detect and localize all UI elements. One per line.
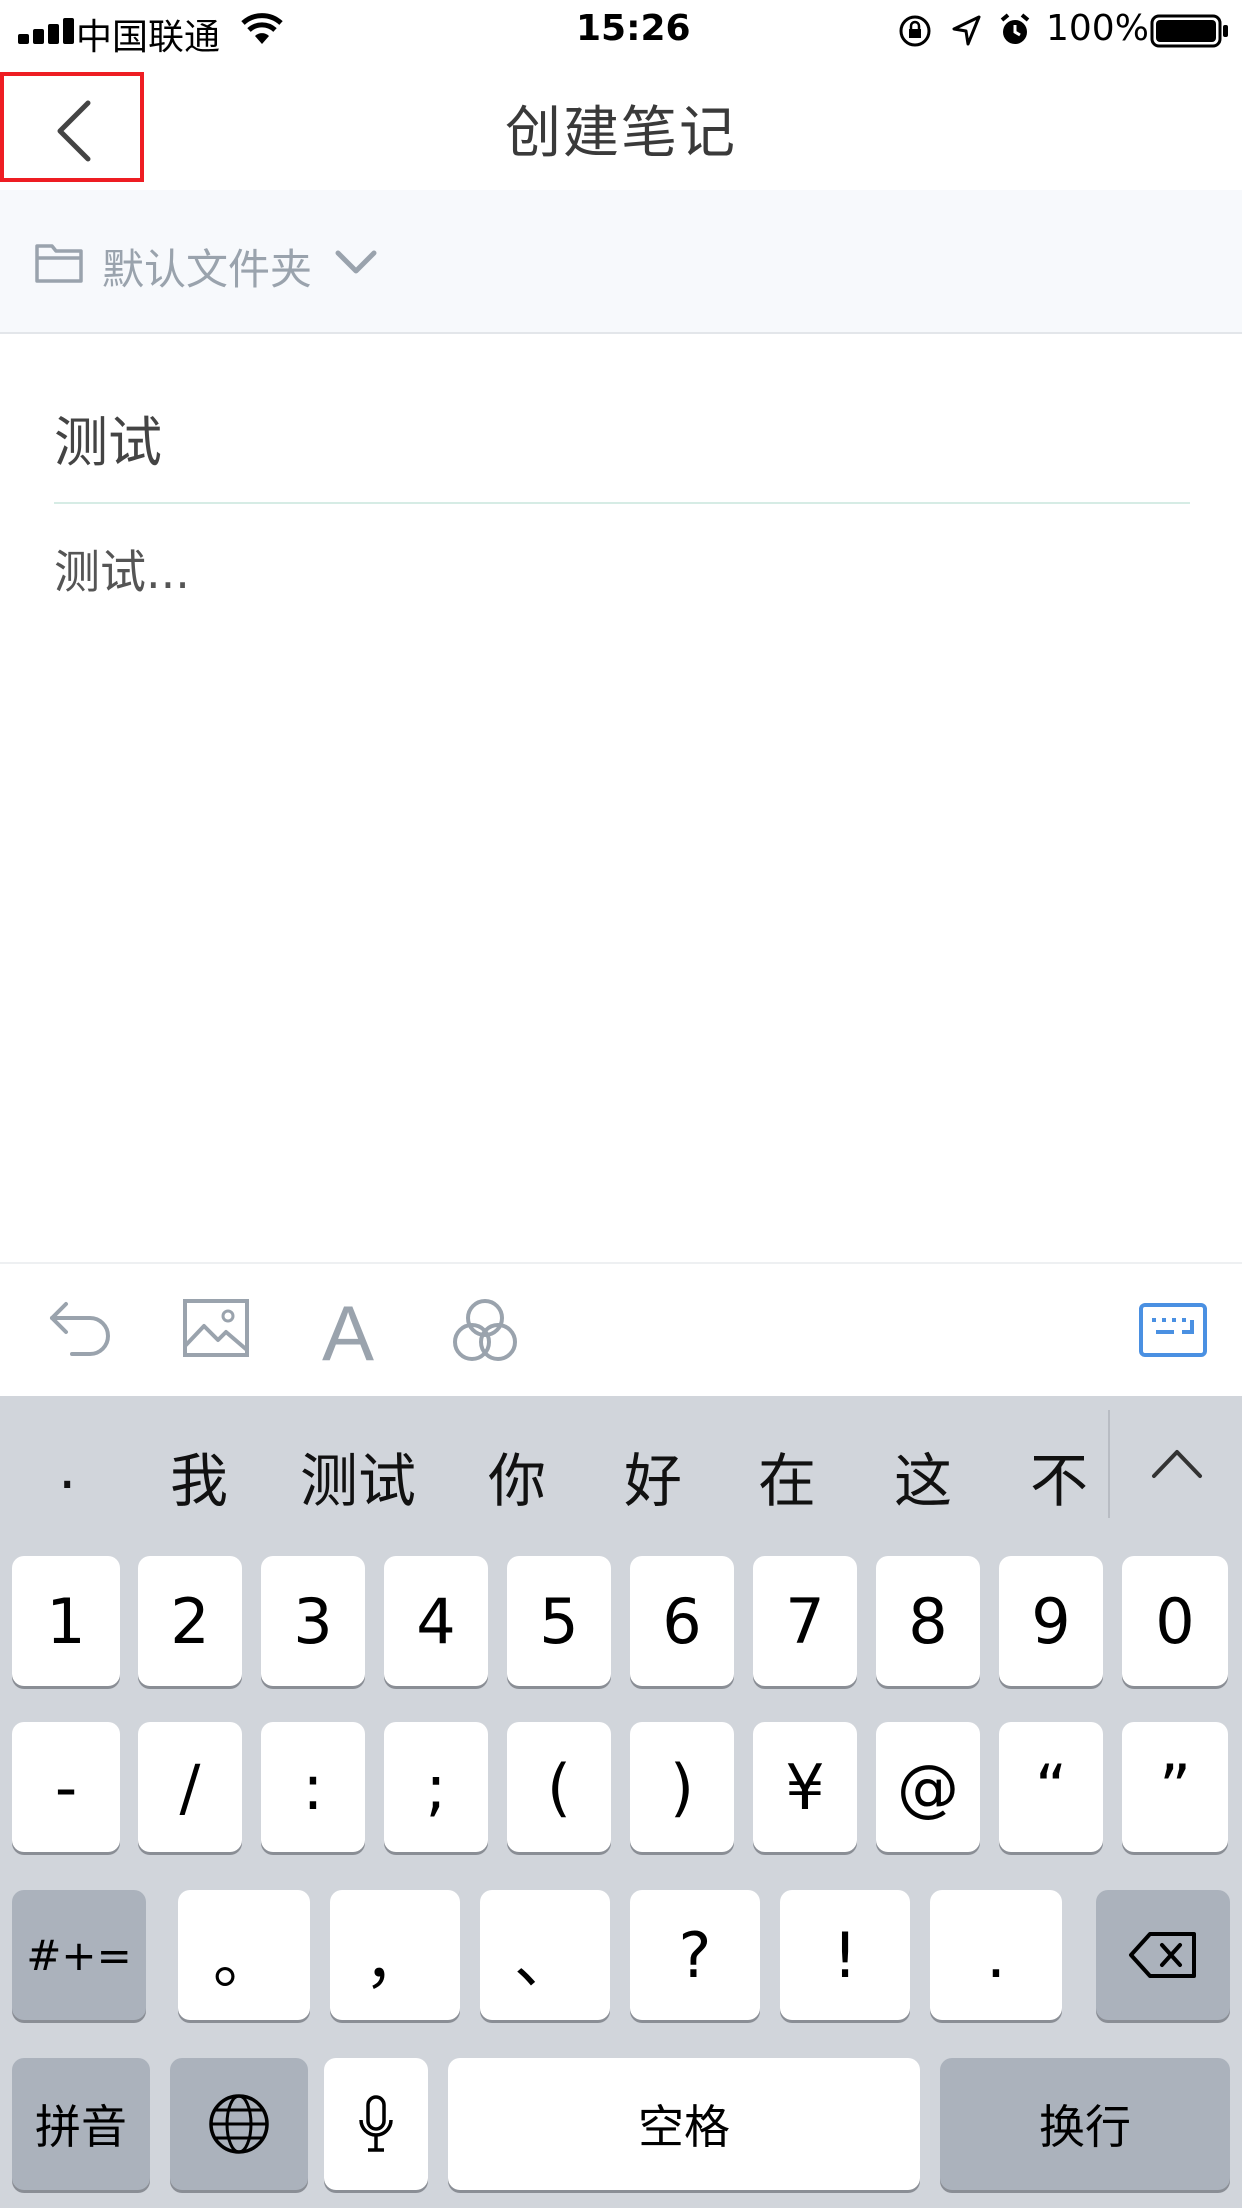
status-bar: 中国联通 15:26 100% [0, 0, 1242, 62]
candidate-word[interactable]: . [58, 1434, 76, 1502]
image-icon[interactable] [182, 1298, 250, 1358]
key-label: ， [363, 1924, 426, 1997]
key-hyphen[interactable]: - [12, 1722, 120, 1852]
key-5[interactable]: 5 [507, 1556, 611, 1686]
key-label: 、 [513, 1924, 576, 1997]
key-label: 0 [1155, 1584, 1195, 1658]
key-label: 3 [293, 1584, 333, 1658]
editor-toolbar: A [0, 1262, 1242, 1398]
battery-icon [1150, 14, 1228, 48]
key-label: - [54, 1750, 78, 1824]
key-label: / [179, 1750, 201, 1824]
candidate-word[interactable]: 不 [1030, 1434, 1088, 1518]
note-title-input[interactable]: 测试 [54, 398, 162, 477]
key-label: ! [832, 1918, 858, 1992]
key-exclaim[interactable]: ! [780, 1890, 910, 2020]
globe-icon [209, 2094, 269, 2154]
wifi-icon [241, 13, 283, 44]
key-question[interactable]: ? [630, 1890, 760, 2020]
color-circles-icon[interactable] [450, 1298, 520, 1364]
note-body-input[interactable]: 测试... [54, 536, 190, 602]
keyboard-hide-icon[interactable] [1138, 1302, 1208, 1358]
key-label: ; [425, 1750, 447, 1824]
key-label: ( [546, 1750, 572, 1824]
key-label: ” [1158, 1750, 1192, 1824]
key-6[interactable]: 6 [630, 1556, 734, 1686]
battery-percent: 100% [1046, 8, 1149, 49]
key-slash[interactable]: / [138, 1722, 242, 1852]
key-label: @ [897, 1750, 959, 1824]
key-label: 拼音 [35, 2100, 127, 2154]
candidate-word[interactable]: 你 [488, 1434, 546, 1518]
key-4[interactable]: 4 [384, 1556, 488, 1686]
key-close-quote[interactable]: ” [1122, 1722, 1228, 1852]
candidate-word[interactable]: 我 [170, 1434, 228, 1518]
key-label: 4 [416, 1584, 456, 1658]
pinyin-key[interactable]: 拼音 [12, 2058, 150, 2190]
key-label: 7 [785, 1584, 825, 1658]
key-label: 换行 [1039, 2100, 1131, 2154]
return-key[interactable]: 换行 [940, 2058, 1230, 2190]
key-label: 9 [1031, 1584, 1071, 1658]
key-1[interactable]: 1 [12, 1556, 120, 1686]
location-arrow-icon [952, 15, 981, 46]
symbols-toggle-key[interactable]: #+= [12, 1890, 146, 2020]
key-label: “ [1034, 1750, 1068, 1824]
chevron-down-icon [335, 250, 377, 274]
key-label: ? [678, 1918, 712, 1992]
key-label: ¥ [785, 1750, 825, 1824]
expand-candidates-icon[interactable] [1150, 1446, 1204, 1480]
key-period[interactable]: . [930, 1890, 1062, 2020]
key-label: 。 [212, 1924, 275, 1997]
key-label: : [302, 1750, 324, 1824]
key-period-cn[interactable]: 。 [178, 1890, 310, 2020]
title-divider [54, 502, 1190, 504]
key-label: 8 [908, 1584, 948, 1658]
key-at[interactable]: @ [876, 1722, 980, 1852]
folder-label: 默认文件夹 [102, 245, 313, 294]
alarm-icon [1000, 13, 1030, 44]
key-comma-cn[interactable]: ， [330, 1890, 460, 2020]
space-key[interactable]: 空格 [448, 2058, 920, 2190]
key-8[interactable]: 8 [876, 1556, 980, 1686]
text-format-icon[interactable]: A [322, 1288, 374, 1379]
candidate-word[interactable]: 在 [758, 1434, 816, 1518]
key-7[interactable]: 7 [753, 1556, 857, 1686]
backspace-icon [1129, 1932, 1196, 1978]
key-close-paren[interactable]: ) [630, 1722, 734, 1852]
key-open-paren[interactable]: ( [507, 1722, 611, 1852]
key-open-quote[interactable]: “ [999, 1722, 1103, 1852]
key-label: 2 [170, 1584, 210, 1658]
folder-icon [35, 244, 83, 283]
key-label: . [986, 1918, 1006, 1992]
key-label: 6 [662, 1584, 702, 1658]
microphone-key[interactable] [324, 2058, 428, 2190]
undo-icon[interactable] [48, 1300, 114, 1358]
candidate-word[interactable]: 测试 [300, 1434, 416, 1518]
delete-key[interactable] [1096, 1890, 1230, 2020]
key-2[interactable]: 2 [138, 1556, 242, 1686]
orientation-lock-icon [899, 15, 931, 47]
globe-key[interactable] [170, 2058, 308, 2190]
key-enum-comma[interactable]: 、 [480, 1890, 610, 2020]
key-semicolon[interactable]: ; [384, 1722, 488, 1852]
candidate-word[interactable]: 好 [624, 1434, 682, 1518]
key-label: 1 [46, 1584, 86, 1658]
key-9[interactable]: 9 [999, 1556, 1103, 1686]
carrier-label: 中国联通 [76, 17, 221, 58]
key-colon[interactable]: : [261, 1722, 365, 1852]
clock: 15:26 [576, 8, 691, 49]
microphone-icon [359, 2095, 393, 2152]
key-label: 5 [539, 1584, 579, 1658]
candidate-word[interactable]: 这 [894, 1434, 952, 1518]
key-label: 空格 [638, 2100, 730, 2154]
page-title: 创建笔记 [505, 101, 737, 166]
key-label: #+= [26, 1930, 132, 1980]
candidate-divider [1108, 1410, 1110, 1518]
key-0[interactable]: 0 [1122, 1556, 1228, 1686]
key-3[interactable]: 3 [261, 1556, 365, 1686]
key-label: ) [669, 1750, 695, 1824]
key-yen[interactable]: ¥ [753, 1722, 857, 1852]
